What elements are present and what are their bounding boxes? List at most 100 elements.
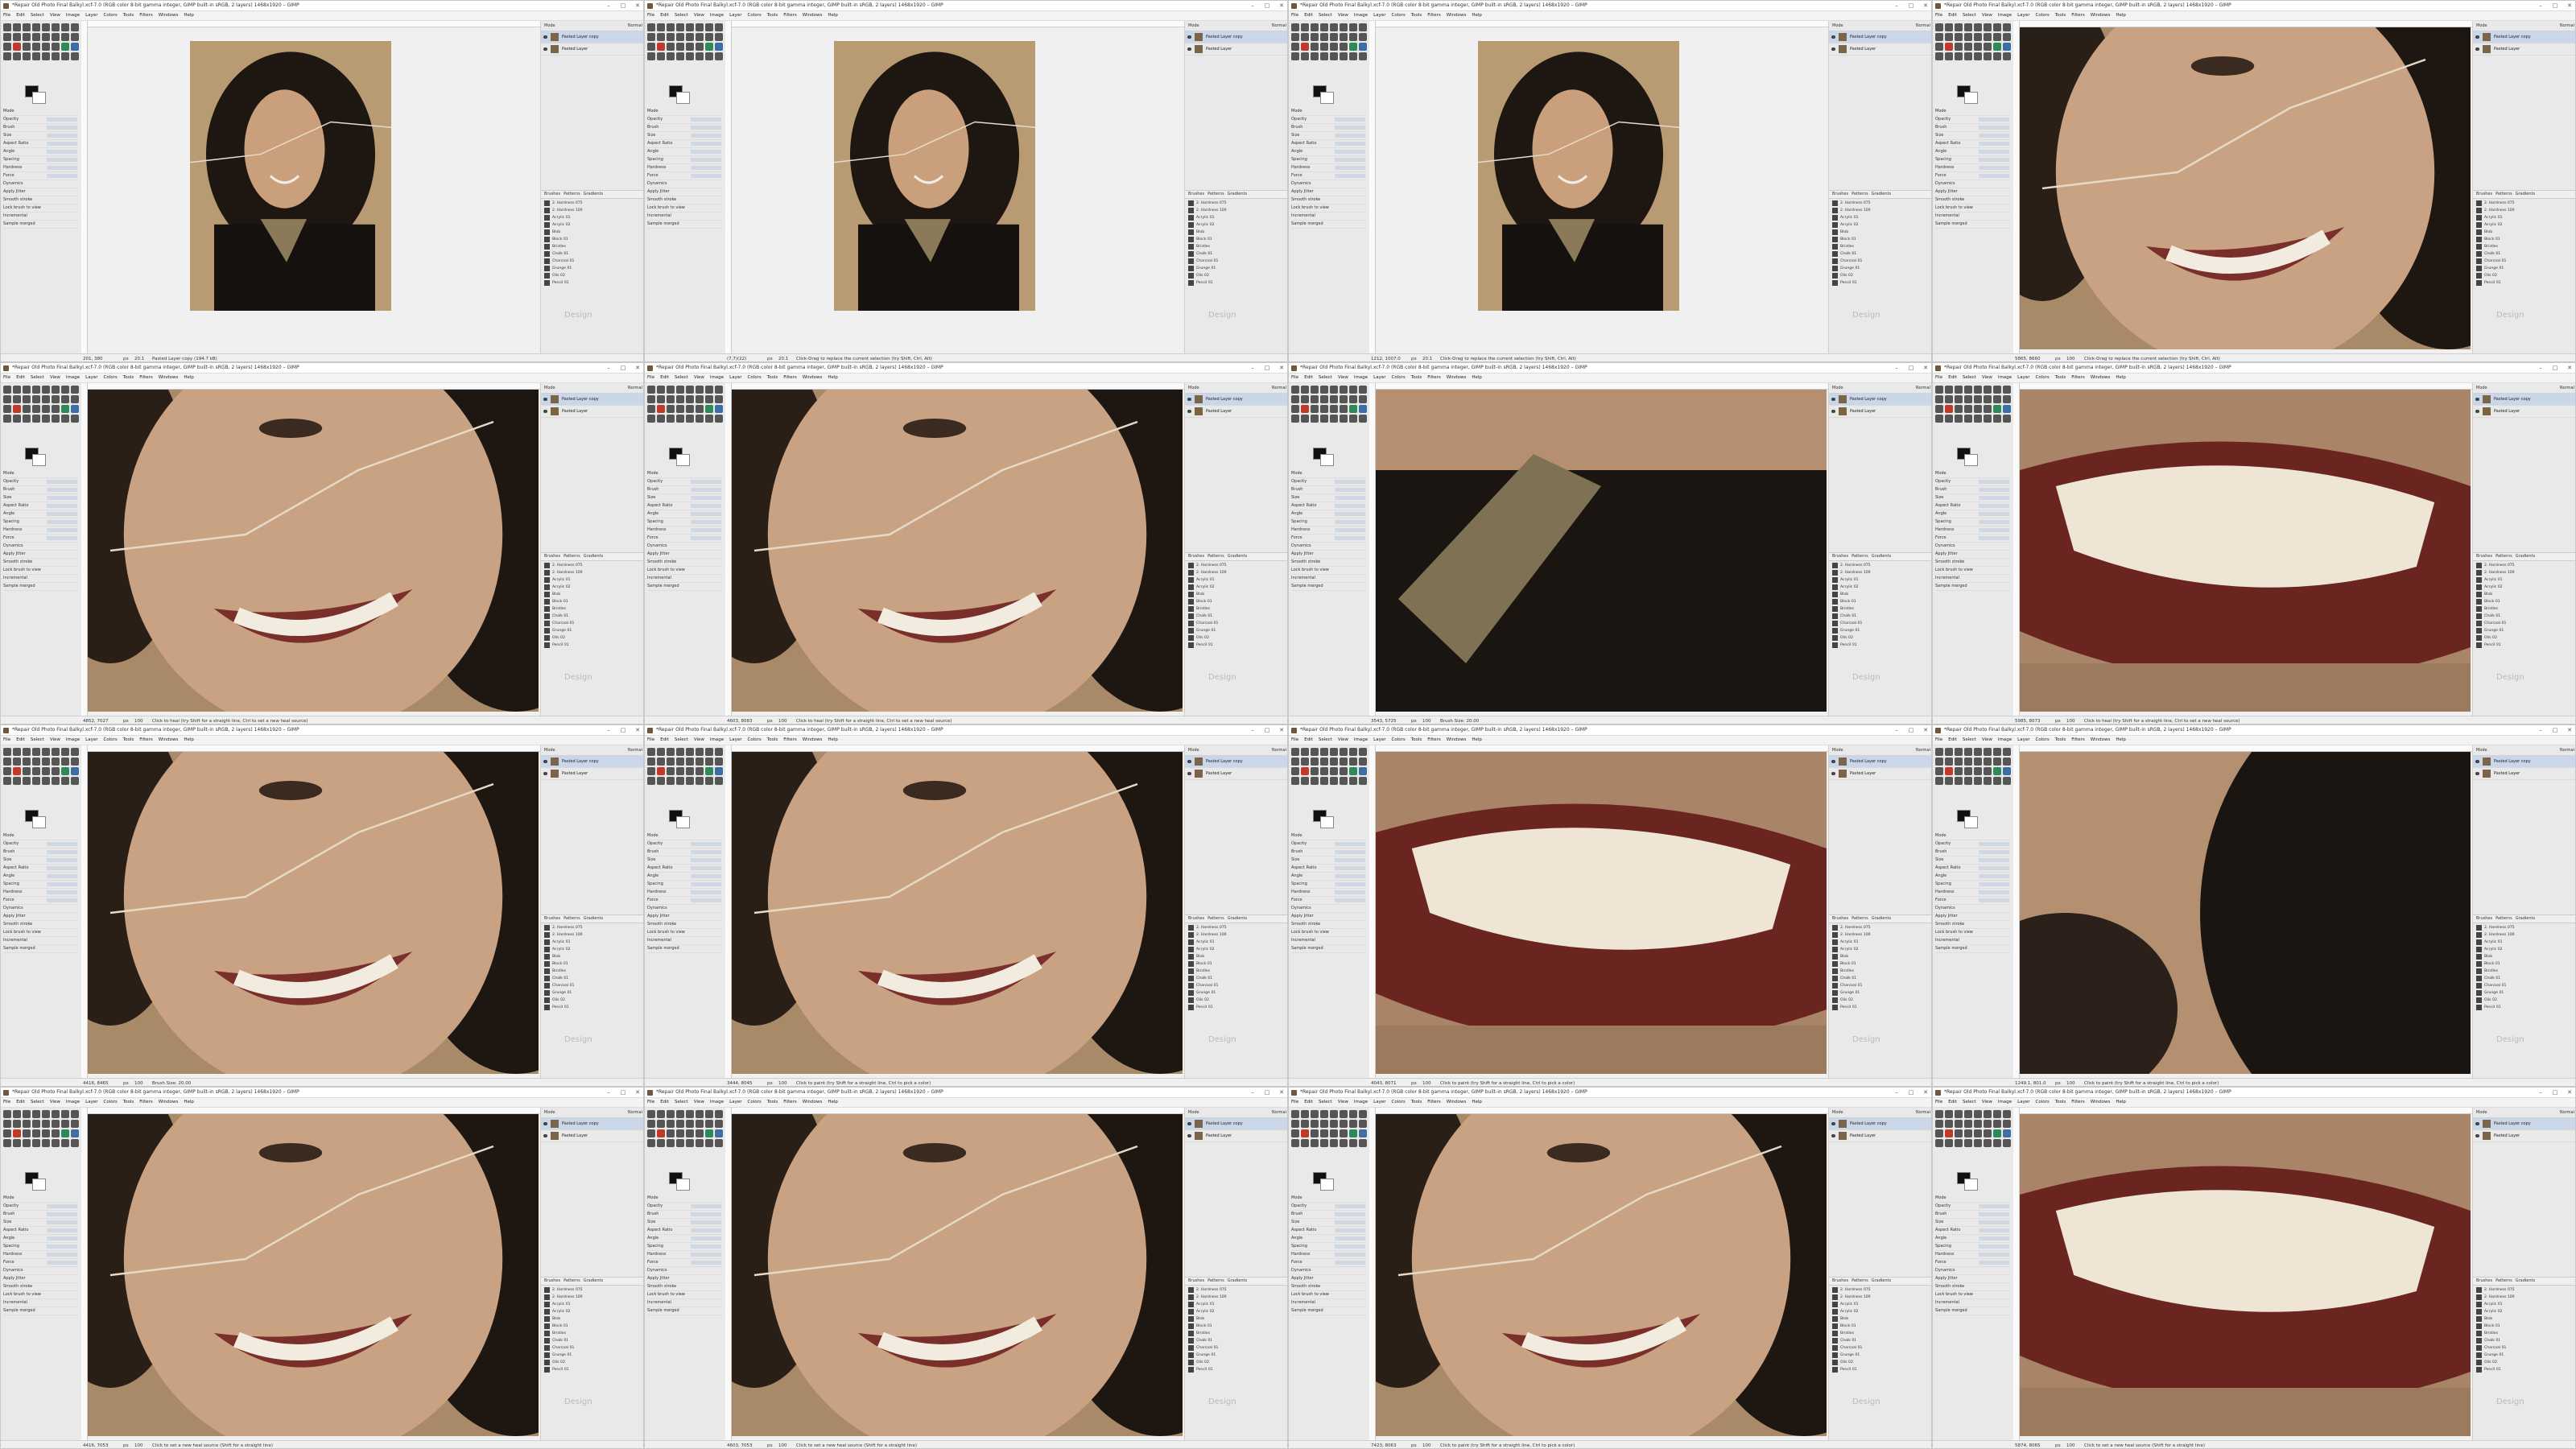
mode-dropdown[interactable]: Normal [1272, 23, 1286, 29]
minimize-button[interactable]: – [1889, 725, 1904, 735]
brush-item[interactable]: Blob [543, 591, 643, 598]
eye-icon[interactable] [1187, 35, 1191, 39]
unified-transform-tool-icon[interactable] [1320, 23, 1328, 31]
background-color-swatch[interactable] [1964, 454, 1978, 466]
tab-brushes[interactable]: Brushes [2476, 192, 2492, 196]
brush-item[interactable]: Blob [543, 229, 643, 236]
tool-option-8[interactable]: Force [1935, 535, 2011, 543]
tab-gradients[interactable]: Gradients [2516, 916, 2535, 921]
brush-item[interactable]: Acrylic 01 [1831, 576, 1931, 584]
text-tool-icon[interactable] [1984, 52, 1992, 60]
menu-select[interactable]: Select [31, 375, 44, 380]
brush-item[interactable]: 2. Hardness 075 [2475, 924, 2575, 931]
tab-brushes[interactable]: Brushes [1188, 916, 1204, 921]
close-button[interactable]: ✕ [2562, 1, 2575, 10]
move-tool-icon[interactable] [647, 748, 655, 756]
menu-layer[interactable]: Layer [1373, 737, 1385, 742]
foreground-select-tool-icon[interactable] [1993, 395, 2001, 403]
tab-gradients[interactable]: Gradients [2516, 192, 2535, 196]
option-slider[interactable] [1979, 858, 2009, 862]
gradient-tool-icon[interactable] [1974, 777, 1982, 785]
unit-selector[interactable]: px [123, 1079, 129, 1086]
scale-tool-icon[interactable] [696, 386, 704, 394]
scale-tool-icon[interactable] [1984, 386, 1992, 394]
tool-option-7[interactable]: Hardness [1291, 164, 1367, 172]
menu-select[interactable]: Select [1319, 375, 1332, 380]
crop-tool-icon[interactable] [23, 748, 31, 756]
menu-filters[interactable]: Filters [1427, 737, 1441, 742]
brush-item[interactable]: Block 01 [1831, 598, 1931, 605]
tool-option-11[interactable]: Smooth stroke [647, 559, 723, 567]
text-tool-icon[interactable] [52, 1139, 60, 1147]
maximize-button[interactable]: □ [1904, 1, 1918, 10]
clone-tool-icon[interactable] [61, 405, 69, 413]
menu-view[interactable]: View [1982, 737, 1992, 742]
text-tool-icon[interactable] [1984, 415, 1992, 423]
option-slider[interactable] [691, 488, 721, 492]
brush-item[interactable]: Grunge 01 [543, 989, 643, 997]
blur-tool-icon[interactable] [1945, 1139, 1953, 1147]
rect-select-tool-icon[interactable] [1301, 1120, 1309, 1128]
eraser-tool-icon[interactable] [52, 1129, 60, 1137]
tool-option-10[interactable]: Apply Jitter [3, 1275, 79, 1283]
fuzzy-select-tool-icon[interactable] [1964, 758, 1972, 766]
blur-tool-icon[interactable] [1301, 415, 1309, 423]
gradient-tool-icon[interactable] [1330, 415, 1338, 423]
ellipse-select-tool-icon[interactable] [23, 758, 31, 766]
canvas-area[interactable] [2013, 745, 2472, 1078]
heal-tool-icon[interactable] [71, 405, 79, 413]
tool-option-4[interactable]: Aspect Ratio [647, 502, 723, 510]
close-button[interactable]: ✕ [630, 1088, 643, 1097]
align-tool-icon[interactable] [13, 386, 21, 394]
canvas-area[interactable] [1369, 383, 1828, 716]
ellipse-select-tool-icon[interactable] [667, 758, 675, 766]
rect-select-tool-icon[interactable] [1945, 1120, 1953, 1128]
tool-option-12[interactable]: Lock brush to view [1935, 567, 2011, 575]
blur-tool-icon[interactable] [13, 777, 21, 785]
tab-patterns[interactable]: Patterns [1208, 1278, 1224, 1283]
gradient-tool-icon[interactable] [1974, 1139, 1982, 1147]
brush-item[interactable]: Chalk 01 [1831, 1337, 1931, 1344]
brush-item[interactable]: Blob [1187, 1315, 1287, 1323]
menu-help[interactable]: Help [184, 1100, 194, 1104]
fuzzy-select-tool-icon[interactable] [1964, 395, 1972, 403]
unified-transform-tool-icon[interactable] [32, 23, 40, 31]
menu-help[interactable]: Help [828, 737, 838, 742]
tool-option-11[interactable]: Smooth stroke [1291, 196, 1367, 204]
tool-option-2[interactable]: Brush [1291, 848, 1367, 857]
paintbrush-tool-icon[interactable] [3, 767, 11, 775]
ellipse-select-tool-icon[interactable] [1955, 758, 1963, 766]
rect-select-tool-icon[interactable] [1945, 395, 1953, 403]
option-slider[interactable] [691, 882, 721, 886]
tab-gradients[interactable]: Gradients [1228, 916, 1247, 921]
brush-item[interactable]: Acrylic 02 [1831, 584, 1931, 591]
option-slider[interactable] [1335, 850, 1365, 854]
option-slider[interactable] [47, 496, 77, 500]
tool-option-9[interactable]: Dynamics [3, 905, 79, 913]
option-slider[interactable] [691, 504, 721, 508]
fg-bg-colors[interactable] [669, 85, 690, 104]
tab-patterns[interactable]: Patterns [1852, 192, 1868, 196]
fg-bg-colors[interactable] [669, 448, 690, 466]
tool-option-12[interactable]: Lock brush to view [647, 929, 723, 937]
by-color-select-tool-icon[interactable] [42, 33, 50, 41]
scale-tool-icon[interactable] [696, 748, 704, 756]
maximize-button[interactable]: □ [2548, 725, 2562, 735]
menu-windows[interactable]: Windows [159, 1100, 179, 1104]
rect-select-tool-icon[interactable] [657, 1120, 665, 1128]
zoom-tool-icon[interactable] [715, 415, 723, 423]
free-select-tool-icon[interactable] [1935, 33, 1943, 41]
blur-tool-icon[interactable] [1301, 52, 1309, 60]
tool-option-1[interactable]: Opacity [647, 1203, 723, 1211]
scissors-tool-icon[interactable] [1340, 758, 1348, 766]
scissors-tool-icon[interactable] [1340, 1120, 1348, 1128]
brush-item[interactable]: Chalk 01 [543, 1337, 643, 1344]
dodge-tool-icon[interactable] [1311, 415, 1319, 423]
brush-item[interactable]: Oils 02 [2475, 634, 2575, 642]
eraser-tool-icon[interactable] [1984, 1129, 1992, 1137]
tool-option-4[interactable]: Aspect Ratio [647, 865, 723, 873]
tab-patterns[interactable]: Patterns [564, 192, 580, 196]
smudge-tool-icon[interactable] [1291, 777, 1299, 785]
canvas-area[interactable] [1369, 745, 1828, 1078]
tab-brushes[interactable]: Brushes [1188, 554, 1204, 559]
